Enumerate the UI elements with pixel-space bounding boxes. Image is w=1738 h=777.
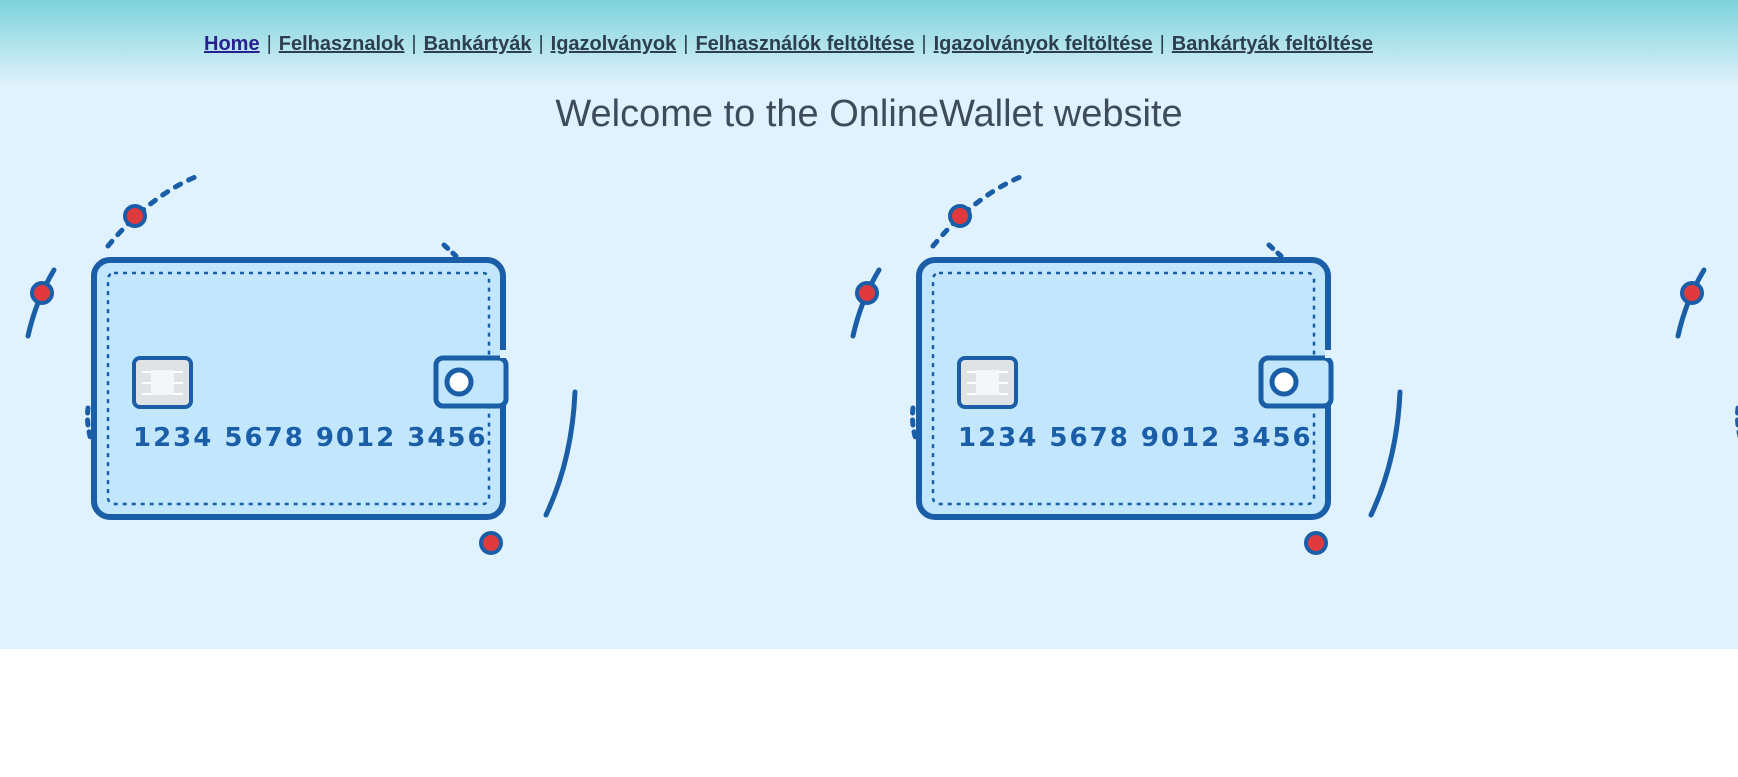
hero-banner: 1234 5678 9012 3456 1234 5678 9012 3456 …: [0, 0, 1738, 649]
nav-separator: |: [921, 33, 927, 55]
page-title: Welcome to the OnlineWallet website: [555, 93, 1183, 135]
card-number-text: 1234 5678 9012 3456: [958, 423, 1313, 453]
nav-link-home[interactable]: Home: [204, 33, 260, 55]
page: 1234 5678 9012 3456 1234 5678 9012 3456 …: [0, 0, 1738, 777]
nav-link-igazolvanyok[interactable]: Igazolványok: [551, 33, 677, 55]
nav-separator: |: [1159, 33, 1165, 55]
nav-separator: |: [538, 33, 544, 55]
main-nav: Home | Felhasznalok | Bankártyák | Igazolványo…: [204, 31, 1373, 57]
nav-link-bankkartyak-feltoltese[interactable]: Bankártyák feltöltése: [1172, 33, 1373, 55]
card-number-text: 1234 5678 9012 3456: [133, 423, 488, 453]
nav-link-igazolvanyok-feltoltese[interactable]: Igazolványok feltöltése: [934, 33, 1153, 55]
nav-separator: |: [411, 33, 417, 55]
wallet-card-icon: [1678, 175, 1738, 553]
wallet-card-icon: 1234 5678 9012 3456: [853, 175, 1400, 553]
wallet-card-icon: 1234 5678 9012 3456: [28, 175, 575, 553]
nav-separator: |: [683, 33, 689, 55]
nav-link-felhasznalok-feltoltese[interactable]: Felhasználók feltöltése: [695, 33, 914, 55]
nav-separator: |: [266, 33, 272, 55]
nav-link-felhasznalok[interactable]: Felhasznalok: [279, 33, 405, 55]
nav-link-bankkartyak[interactable]: Bankártyák: [424, 33, 532, 55]
